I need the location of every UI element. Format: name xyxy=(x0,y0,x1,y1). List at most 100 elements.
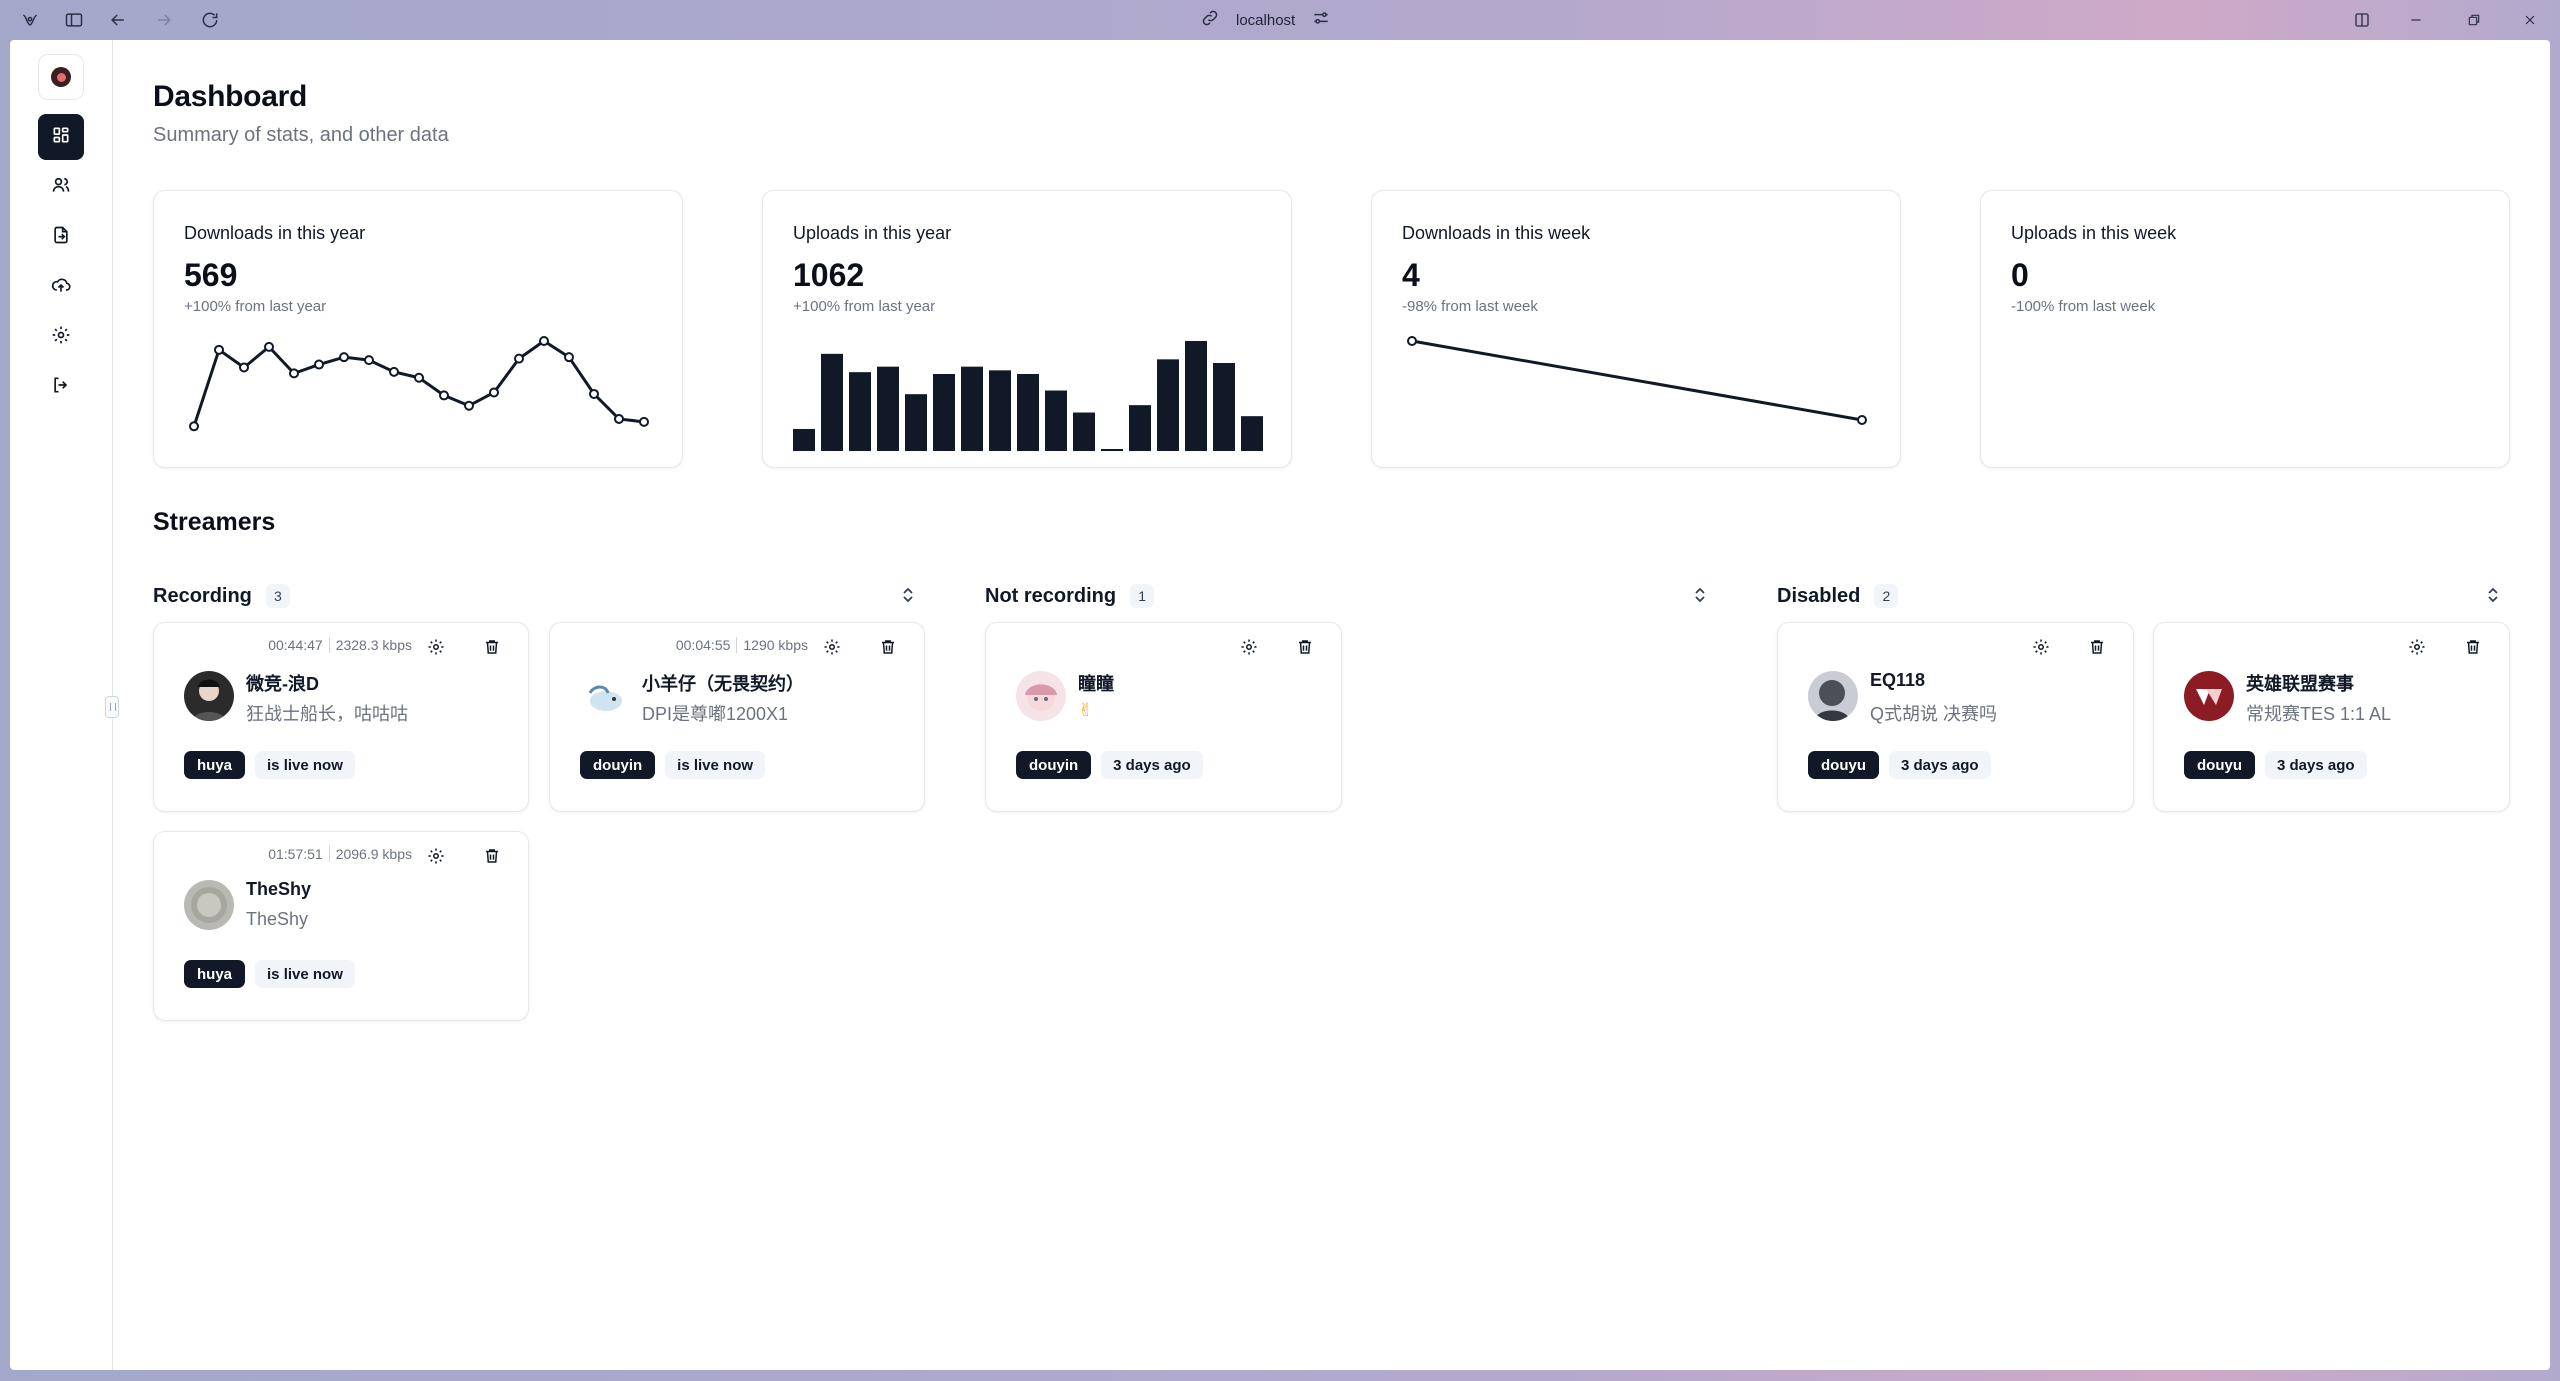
delete-button[interactable] xyxy=(2081,633,2113,665)
group-header-recording: Recording 3 xyxy=(153,578,290,614)
bar xyxy=(1017,374,1039,451)
stream-title: 常规赛TES 1:1 AL xyxy=(2246,704,2392,724)
sidebar-item-uploads[interactable] xyxy=(38,264,84,310)
forward-icon[interactable] xyxy=(152,8,176,32)
streamer-card[interactable]: 01:57:51 2096.9 kbps TheShy TheShy huya … xyxy=(153,831,529,1021)
downloads-year-line-chart xyxy=(189,336,649,432)
data-point xyxy=(589,388,599,399)
dashboard-icon xyxy=(51,125,71,150)
stat-card-uploads-week: Uploads in this week 0 -100% from last w… xyxy=(1980,190,2510,468)
group-name: Disabled xyxy=(1777,584,1861,607)
settings-button[interactable] xyxy=(2401,633,2433,665)
reload-icon[interactable] xyxy=(198,8,222,32)
streamer-name: TheShy xyxy=(246,879,312,899)
users-icon xyxy=(51,175,71,200)
avatar xyxy=(184,880,234,930)
delete-button[interactable] xyxy=(476,842,508,874)
logo-icon xyxy=(51,67,71,87)
settings-button[interactable] xyxy=(816,633,848,665)
platform-badge: douyu xyxy=(1808,751,1879,779)
group-name: Recording xyxy=(153,584,252,607)
delete-button[interactable] xyxy=(1289,633,1321,665)
recording-duration: 01:57:51 xyxy=(268,846,323,862)
bar xyxy=(1045,390,1067,451)
group-header-not-recording: Not recording 1 xyxy=(985,578,1155,614)
recording-duration: 00:44:47 xyxy=(268,637,323,653)
streamer-card[interactable]: 英雄联盟赛事 常规赛TES 1:1 AL douyu 3 days ago xyxy=(2153,622,2510,812)
recording-stats: 00:04:55 1290 kbps xyxy=(676,637,808,653)
trash-icon xyxy=(1296,638,1314,661)
back-icon[interactable] xyxy=(106,8,130,32)
bar xyxy=(961,366,983,451)
close-window-icon[interactable] xyxy=(2518,8,2542,32)
sidebar-resize-handle[interactable] xyxy=(105,696,119,718)
stat-delta: +100% from last year xyxy=(184,298,327,315)
streamer-name: EQ118 xyxy=(1870,670,1926,690)
group-name: Not recording xyxy=(985,584,1117,607)
trash-icon xyxy=(483,847,501,870)
data-point xyxy=(564,352,574,363)
data-point xyxy=(214,344,224,355)
stat-label: Downloads in this year xyxy=(184,223,366,243)
settings-button[interactable] xyxy=(420,842,452,874)
sort-toggle-icon[interactable] xyxy=(1688,582,1712,608)
streamer-card[interactable]: 00:44:47 2328.3 kbps 微竞-浪D 狂战士船长，咕咕咕 huy… xyxy=(153,622,529,812)
avatar xyxy=(1808,671,1858,721)
sort-toggle-icon[interactable] xyxy=(2481,582,2505,608)
data-point xyxy=(414,372,424,383)
stat-delta: -98% from last week xyxy=(1402,298,1538,315)
stream-title: Q式胡说 决赛吗 xyxy=(1870,704,1998,724)
sort-toggle-icon[interactable] xyxy=(896,582,920,608)
bar xyxy=(933,374,955,451)
delete-button[interactable] xyxy=(476,633,508,665)
group-count-badge: 1 xyxy=(1130,584,1155,608)
stat-value: 0 xyxy=(2011,257,2029,293)
platform-badge: huya xyxy=(184,960,246,988)
split-view-icon[interactable] xyxy=(2350,8,2374,32)
settings-button[interactable] xyxy=(2025,633,2057,665)
status-badge: 3 days ago xyxy=(1889,751,1991,779)
settings-button[interactable] xyxy=(1233,633,1265,665)
streamer-card[interactable]: EQ118 Q式胡说 决赛吗 douyu 3 days ago xyxy=(1777,622,2134,812)
data-point xyxy=(389,366,399,377)
sidebar-item-logout[interactable] xyxy=(38,364,84,410)
address-bar[interactable]: localhost xyxy=(1200,6,1331,34)
data-point xyxy=(639,416,649,427)
status-badge: 3 days ago xyxy=(1101,751,1203,779)
bar xyxy=(905,394,927,451)
bar xyxy=(1101,449,1123,451)
streamer-name: 瞳瞳 xyxy=(1078,674,1114,694)
minimize-icon[interactable] xyxy=(2404,8,2428,32)
app-logo[interactable] xyxy=(38,54,84,100)
recording-duration: 00:04:55 xyxy=(675,637,731,653)
site-settings-icon[interactable] xyxy=(1311,8,1331,32)
downloads-week-line-chart xyxy=(1407,336,1867,425)
stat-label: Downloads in this week xyxy=(1402,223,1591,243)
settings-button[interactable] xyxy=(420,633,452,665)
uploads-week-line-chart xyxy=(2011,331,2481,451)
data-point xyxy=(364,355,374,366)
streamer-card[interactable]: 00:04:55 1290 kbps 小羊仔（无畏契约） DPI是尊嘟1200X… xyxy=(549,622,925,812)
browser-logo-icon[interactable] xyxy=(18,8,42,32)
restore-icon[interactable] xyxy=(2462,8,2486,32)
bar xyxy=(1241,416,1263,451)
streamer-name: 微竞-浪D xyxy=(246,674,319,694)
stat-value: 1062 xyxy=(793,257,865,293)
sidebar-item-dashboard[interactable] xyxy=(38,114,84,160)
streamer-card[interactable]: 瞳瞳 ✌ douyin 3 days ago xyxy=(985,622,1342,812)
status-badge: is live now xyxy=(255,960,355,988)
bar xyxy=(989,370,1011,451)
sidebar-item-streamers[interactable] xyxy=(38,164,84,210)
logout-icon xyxy=(51,375,71,400)
delete-button[interactable] xyxy=(872,633,904,665)
data-point xyxy=(539,336,549,346)
delete-button[interactable] xyxy=(2457,633,2489,665)
sidebar-item-settings[interactable] xyxy=(38,314,84,360)
data-point xyxy=(439,390,449,401)
sidebar-toggle-icon[interactable] xyxy=(62,8,86,32)
data-point xyxy=(339,352,349,363)
bar xyxy=(1185,341,1207,451)
sidebar-item-files[interactable] xyxy=(38,214,84,260)
gear-icon xyxy=(427,847,445,870)
divider xyxy=(736,637,738,653)
